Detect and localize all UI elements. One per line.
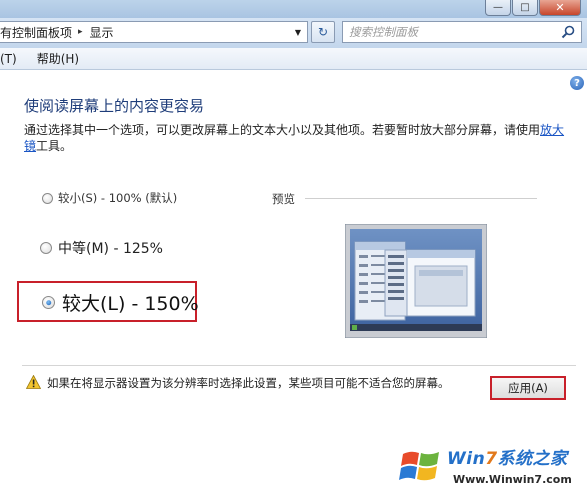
breadcrumb-separator-icon[interactable]: ▸ [78,27,83,37]
search-icon[interactable] [561,25,575,39]
radio-small[interactable] [42,192,53,204]
window-title-bar: — □ ✕ [0,0,587,18]
option-medium-label: 中等(M) - 125% [58,241,163,257]
radio-medium[interactable] [40,242,52,254]
minimize-button[interactable]: — [485,0,511,16]
search-box[interactable] [342,21,582,43]
preview-image [345,224,487,338]
watermark-brand-b: 7 [485,449,498,469]
maximize-button[interactable]: □ [512,0,538,16]
option-small-label: 较小(S) - 100% (默认) [58,191,178,205]
windows-logo-icon [399,451,439,481]
window-caption-buttons: — □ ✕ [484,0,581,16]
watermark-url: Www.Winwin7.com [453,473,572,486]
option-small[interactable]: 较小(S) - 100% (默认) [42,190,177,206]
option-medium[interactable]: 中等(M) - 125% [40,238,163,258]
refresh-button[interactable]: ↻ [311,21,335,43]
description-suffix: 工具。 [36,139,73,153]
menu-bar: (T) 帮助(H) [0,48,587,70]
option-large-label: 较大(L) - 150% [62,293,199,315]
watermark-brand: Win7系统之家 [447,444,568,469]
page-title: 使阅读屏幕上的内容更容易 [24,97,205,115]
option-large[interactable]: 较大(L) - 150% [42,289,199,316]
warning-text: 如果在将显示器设置为该分辨率时选择此设置，某些项目可能不适合您的屏幕。 [47,376,450,390]
menu-item-help[interactable]: 帮助(H) [35,50,85,67]
address-bar[interactable]: 有控制面板项 ▸ 显示 ▼ [0,21,308,43]
description-text: 通过选择其中一个选项，可以更改屏幕上的文本大小以及其他项。若要暂时放大部分屏幕，… [24,123,541,137]
help-icon[interactable]: ? [570,76,584,90]
breadcrumb-current[interactable]: 显示 [90,24,114,41]
search-input[interactable] [349,25,549,39]
apply-button[interactable]: 应用(A) [490,376,566,400]
breadcrumb-parent[interactable]: 有控制面板项 [0,24,72,41]
close-button[interactable]: ✕ [539,0,581,16]
preview-divider [305,198,537,199]
preview-label: 预览 [272,192,295,206]
address-toolbar: 有控制面板项 ▸ 显示 ▼ ↻ [0,18,587,48]
warning-icon [26,375,41,389]
main-content: ? 使阅读屏幕上的内容更容易 通过选择其中一个选项，可以更改屏幕上的文本大小以及… [0,70,587,486]
radio-large[interactable] [42,296,55,309]
watermark: Win7系统之家 Www.Winwin7.com [395,438,587,498]
address-dropdown-icon[interactable]: ▼ [292,22,304,42]
menu-item-tools[interactable]: (T) [0,52,23,66]
watermark-brand-c: 系统之家 [497,449,568,469]
page-description: 通过选择其中一个选项，可以更改屏幕上的文本大小以及其他项。若要暂时放大部分屏幕，… [24,122,572,154]
watermark-brand-a: Win [447,449,486,469]
bottom-divider [22,365,576,366]
